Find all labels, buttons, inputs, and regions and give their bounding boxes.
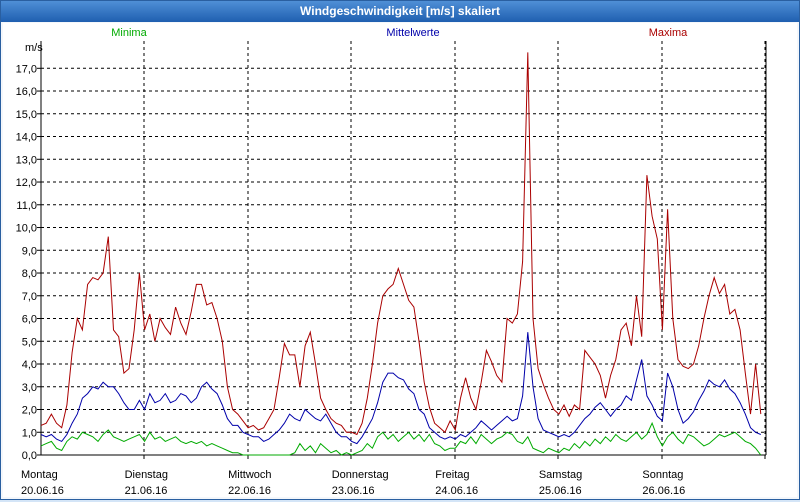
y-tick-labels: 0,0 1,0 2,0 3,0 4,0 5,0 6,0 7,0 8,0 9,0 10,0 11,0 12… bbox=[16, 63, 37, 462]
x-tick-date: 25.06.16 bbox=[539, 485, 582, 497]
wind-speed-chart: 0,0 1,0 2,0 3,0 4,0 5,0 6,0 7,0 8,0 9,0 10,0 11,0 12… bbox=[16, 27, 767, 497]
y-tick-label: 2,0 bbox=[22, 405, 37, 417]
x-tick-date: 21.06.16 bbox=[125, 485, 168, 497]
x-tick-day: Freitag bbox=[435, 469, 469, 481]
x-tick-day: Montag bbox=[21, 469, 58, 481]
y-tick-label: 16,0 bbox=[16, 86, 37, 98]
y-tick-label: 6,0 bbox=[22, 314, 37, 326]
y-tick-label: 0,0 bbox=[22, 450, 37, 462]
y-tick-label: 10,0 bbox=[16, 223, 37, 235]
x-tick-date: 24.06.16 bbox=[435, 485, 478, 497]
x-tick-date: 23.06.16 bbox=[332, 485, 375, 497]
y-tick-label: 8,0 bbox=[22, 268, 37, 280]
series-line-minima bbox=[40, 421, 762, 456]
y-tick-label: 7,0 bbox=[22, 291, 37, 303]
y-tick-label: 13,0 bbox=[16, 154, 37, 166]
x-tick-labels: Montag 20.06.16 Dienstag 21.06.16 Mittwoch 22… bbox=[21, 469, 685, 497]
y-tick-label: 4,0 bbox=[22, 359, 37, 371]
y-tick-label: 1,0 bbox=[22, 427, 37, 439]
y-tick-label: 15,0 bbox=[16, 109, 37, 121]
y-tick-label: 17,0 bbox=[16, 63, 37, 75]
y-tick-label: 3,0 bbox=[22, 382, 37, 394]
y-tick-label: 12,0 bbox=[16, 177, 37, 189]
series-lines bbox=[40, 52, 762, 456]
x-tick-date: 26.06.16 bbox=[642, 485, 685, 497]
x-tick-day: Dienstag bbox=[125, 469, 168, 481]
legend: Minima Mittelwerte Maxima bbox=[111, 27, 688, 39]
x-tick-day: Donnerstag bbox=[332, 469, 389, 481]
x-tick-day: Sonntag bbox=[642, 469, 683, 481]
legend-item: Minima bbox=[111, 27, 147, 39]
y-tick-label: 9,0 bbox=[22, 245, 37, 257]
y-axis-unit: m/s bbox=[25, 42, 43, 54]
x-tick-day: Samstag bbox=[539, 469, 582, 481]
y-tick-label: 14,0 bbox=[16, 132, 37, 144]
window-title: Windgeschwindigkeit [m/s] skaliert bbox=[1, 1, 799, 22]
y-tick-label: 5,0 bbox=[22, 336, 37, 348]
y-tick-label: 11,0 bbox=[16, 200, 37, 212]
legend-item: Maxima bbox=[649, 27, 688, 39]
legend-item: Mittelwerte bbox=[386, 27, 439, 39]
chart-window: Windgeschwindigkeit [m/s] skaliert 0,0 1,… bbox=[0, 0, 800, 500]
series-line-mittelwerte bbox=[40, 332, 761, 445]
x-tick-date: 22.06.16 bbox=[228, 485, 271, 497]
x-tick-date: 20.06.16 bbox=[21, 485, 64, 497]
chart-panel: 0,0 1,0 2,0 3,0 4,0 5,0 6,0 7,0 8,0 9,0 10,0 11,0 12… bbox=[3, 23, 797, 497]
series-line-maxima bbox=[40, 52, 762, 436]
x-tick-day: Mittwoch bbox=[228, 469, 271, 481]
